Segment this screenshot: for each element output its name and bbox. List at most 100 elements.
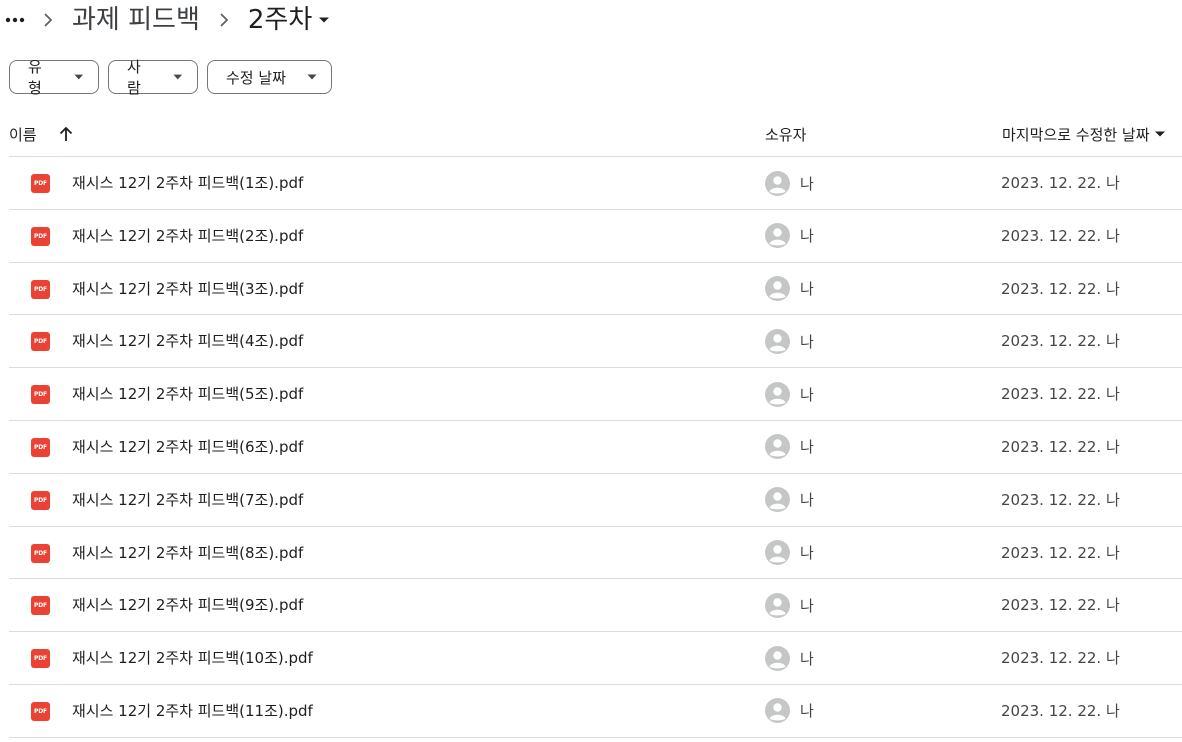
owner-cell: 나: [765, 579, 814, 631]
file-name: 재시스 12기 2주차 피드백(7조).pdf: [72, 490, 304, 509]
file-name: 재시스 12기 2주차 피드백(5조).pdf: [72, 385, 304, 404]
column-name-label: 이름: [9, 125, 37, 144]
modified-date: 2023. 12. 22. 나: [1001, 701, 1120, 720]
owner-name: 나: [800, 332, 814, 351]
owner-cell: 나: [765, 157, 814, 209]
avatar-icon: [765, 540, 790, 566]
owner-cell: 나: [765, 474, 814, 526]
avatar-icon: [765, 487, 790, 513]
file-name: 재시스 12기 2주차 피드백(1조).pdf: [72, 174, 304, 192]
owner-cell: 나: [765, 421, 814, 473]
owner-name: 나: [800, 385, 814, 404]
chevron-right-icon: [206, 0, 242, 40]
filter-modified-button[interactable]: 수정 날짜: [207, 60, 332, 94]
file-list-header: 이름 소유자 마지막으로 수정한 날짜: [9, 112, 1182, 157]
owner-cell: 나: [765, 263, 814, 315]
avatar-icon: [765, 276, 790, 302]
column-header-owner[interactable]: 소유자: [765, 112, 806, 156]
owner-cell: 나: [765, 368, 814, 420]
filter-bar: 유형 사람 수정 날짜: [9, 58, 332, 97]
modified-date: 2023. 12. 22. 나: [1001, 596, 1120, 615]
table-row[interactable]: PDF 재시스 12기 2주차 피드백(11조).pdf 나 2023. 12.…: [9, 685, 1182, 738]
pdf-file-icon: PDF: [31, 174, 50, 193]
modified-date: 2023. 12. 22. 나: [1001, 279, 1120, 298]
table-row[interactable]: PDF 재시스 12기 2주차 피드백(1조).pdf 나 2023. 12. …: [9, 157, 1182, 210]
pdf-file-icon: PDF: [31, 332, 50, 352]
modified-date: 2023. 12. 22. 나: [1001, 226, 1120, 245]
table-row[interactable]: PDF 재시스 12기 2주차 피드백(10조).pdf 나 2023. 12.…: [9, 632, 1182, 685]
owner-cell: 나: [765, 527, 814, 579]
breadcrumb-item-current[interactable]: 2주차: [242, 0, 336, 40]
arrow-upward-icon[interactable]: [59, 126, 73, 142]
modified-date: 2023. 12. 22. 나: [1001, 385, 1120, 404]
file-name: 재시스 12기 2주차 피드백(3조).pdf: [72, 279, 304, 298]
filter-type-button[interactable]: 유형: [9, 58, 99, 97]
avatar-icon: [765, 645, 790, 671]
pdf-file-icon: PDF: [31, 649, 50, 669]
pdf-file-icon: PDF: [31, 226, 50, 246]
file-name: 재시스 12기 2주차 피드백(10조).pdf: [72, 649, 313, 668]
avatar-icon: [765, 698, 790, 724]
table-row[interactable]: PDF 재시스 12기 2주차 피드백(4조).pdf 나 2023. 12. …: [9, 315, 1182, 369]
owner-name: 나: [800, 491, 814, 510]
breadcrumb: 과제 피드백 2주차: [0, 0, 336, 40]
table-row[interactable]: PDF 재시스 12기 2주차 피드백(2조).pdf 나 2023. 12. …: [9, 210, 1182, 263]
avatar-icon: [765, 328, 790, 354]
owner-name: 나: [800, 174, 814, 193]
owner-cell: 나: [765, 210, 814, 262]
modified-date: 2023. 12. 22. 나: [1001, 332, 1120, 351]
file-name: 재시스 12기 2주차 피드백(4조).pdf: [72, 332, 304, 351]
file-name: 재시스 12기 2주차 피드백(11조).pdf: [72, 701, 313, 720]
caret-down-icon: [307, 74, 317, 80]
filter-people-button[interactable]: 사람: [108, 58, 198, 97]
modified-date: 2023. 12. 22. 나: [1001, 437, 1120, 456]
breadcrumb-item-parent[interactable]: 과제 피드백: [66, 0, 206, 40]
pdf-file-icon: PDF: [31, 543, 50, 563]
column-owner-label: 소유자: [765, 125, 807, 144]
table-row[interactable]: PDF 재시스 12기 2주차 피드백(3조).pdf 나 2023. 12. …: [9, 263, 1182, 316]
more-breadcrumbs-button[interactable]: [0, 0, 30, 40]
owner-name: 나: [800, 227, 814, 246]
filter-modified-label: 수정 날짜: [226, 68, 286, 87]
modified-date: 2023. 12. 22. 나: [1001, 649, 1120, 668]
column-modified-label: 마지막으로 수정한 날짜: [1002, 125, 1150, 144]
file-name: 재시스 12기 2주차 피드백(8조).pdf: [72, 543, 304, 562]
column-header-name[interactable]: 이름: [9, 112, 73, 156]
modified-date: 2023. 12. 22. 나: [1001, 174, 1120, 192]
table-row[interactable]: PDF 재시스 12기 2주차 피드백(9조).pdf 나 2023. 12. …: [9, 579, 1182, 633]
owner-name: 나: [800, 280, 814, 299]
avatar-icon: [765, 223, 790, 249]
drive-folder-view: 과제 피드백 2주차 유형 사람 수정 날짜 이름 소유자 마지막으로 수정한 …: [0, 0, 1182, 742]
table-row[interactable]: PDF 재시스 12기 2주차 피드백(5조).pdf 나 2023. 12. …: [9, 368, 1182, 421]
column-header-modified[interactable]: 마지막으로 수정한 날짜: [1002, 112, 1166, 156]
caret-down-icon: [74, 74, 84, 80]
owner-name: 나: [800, 596, 814, 615]
owner-name: 나: [800, 438, 814, 457]
avatar-icon: [765, 434, 790, 460]
owner-cell: 나: [765, 315, 814, 367]
avatar-icon: [765, 170, 790, 196]
pdf-file-icon: PDF: [31, 437, 50, 457]
table-row[interactable]: PDF 재시스 12기 2주차 피드백(8조).pdf 나 2023. 12. …: [9, 527, 1182, 580]
table-row[interactable]: PDF 재시스 12기 2주차 피드백(7조).pdf 나 2023. 12. …: [9, 474, 1182, 527]
file-list: PDF 재시스 12기 2주차 피드백(1조).pdf 나 2023. 12. …: [9, 157, 1182, 738]
modified-date: 2023. 12. 22. 나: [1001, 543, 1120, 562]
file-name: 재시스 12기 2주차 피드백(9조).pdf: [72, 596, 304, 615]
file-name: 재시스 12기 2주차 피드백(2조).pdf: [72, 226, 304, 245]
owner-name: 나: [800, 544, 814, 563]
owner-cell: 나: [765, 685, 814, 737]
file-name: 재시스 12기 2주차 피드백(6조).pdf: [72, 437, 304, 456]
pdf-file-icon: PDF: [31, 279, 50, 299]
caret-down-icon: [319, 17, 330, 23]
filter-people-label: 사람: [127, 58, 141, 97]
caret-down-icon: [1154, 131, 1165, 137]
chevron-right-icon: [30, 0, 66, 40]
pdf-file-icon: PDF: [31, 701, 50, 721]
pdf-file-icon: PDF: [31, 490, 50, 510]
filter-type-label: 유형: [28, 58, 42, 97]
breadcrumb-current-label: 2주차: [247, 5, 313, 35]
table-row[interactable]: PDF 재시스 12기 2주차 피드백(6조).pdf 나 2023. 12. …: [9, 421, 1182, 474]
owner-name: 나: [800, 702, 814, 721]
avatar-icon: [765, 381, 790, 407]
pdf-file-icon: PDF: [31, 385, 50, 405]
